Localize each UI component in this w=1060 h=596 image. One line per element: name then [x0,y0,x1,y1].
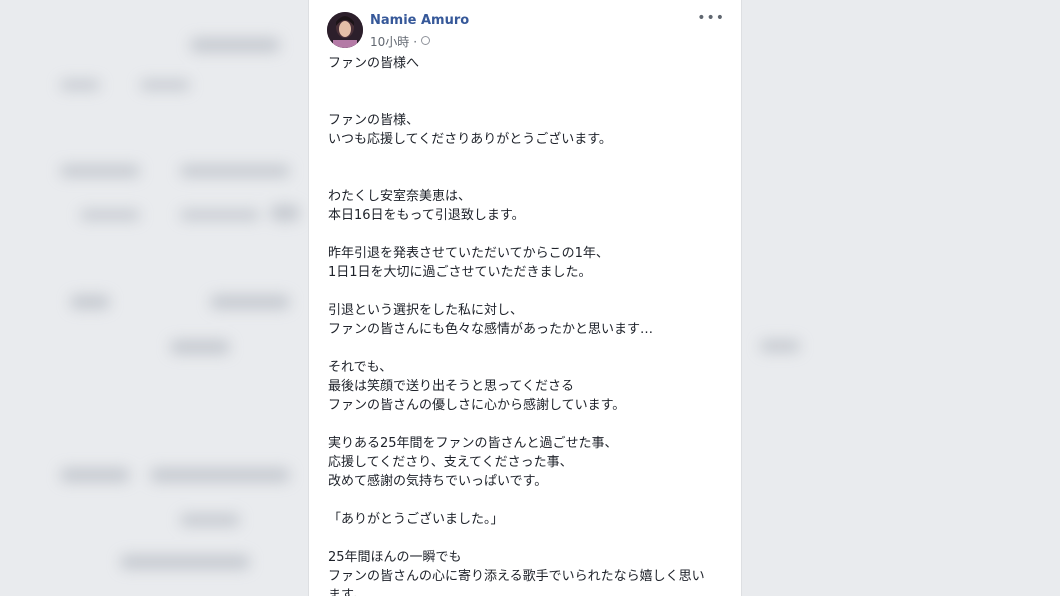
post-paragraph: 引退という選択をした私に対し、 ファンの皆さんにも色々な感情があったかと思います… [328,303,654,337]
more-options-icon[interactable]: ••• [697,11,725,25]
post-paragraph [328,73,725,111]
post-paragraph: それでも、 最後は笑顔で送り出そうと思ってくださる ファンの皆さんの優しさに心か… [328,360,626,413]
facebook-post: Namie Amuro 10小時 · ••• ファンの皆様へ ファンの皆様、 い… [308,0,742,596]
post-paragraph: ファンの皆様、 いつも応援してくださりありがとうございます。 [328,113,612,147]
globe-icon[interactable] [421,36,431,45]
author-name-link[interactable]: Namie Amuro [370,13,469,28]
post-meta: 10小時 · [370,33,431,50]
post-body: ファンの皆様へ ファンの皆様、 いつも応援してくださりありがとうございます。 わ… [328,50,725,596]
post-paragraph: 昨年引退を発表させていただいてからこの1年、 1日1日を大切に過ごさせていただき… [328,246,609,280]
post-paragraph: わたくし安室奈美恵は、 本日16日をもって引退致します。 [328,189,525,223]
profile-photo-avatar[interactable] [327,12,363,48]
post-paragraph: 「ありがとうございました。」 [328,512,504,527]
post-paragraph [328,149,725,187]
post-paragraph: 25年間ほんの一瞬でも ファンの皆さんの心に寄り添える歌手でいられたなら嬉しく思… [328,550,705,596]
post-header: Namie Amuro 10小時 · ••• [327,11,729,51]
avatar-image [327,12,363,48]
post-paragraph: ファンの皆様へ [328,56,420,71]
post-timestamp[interactable]: 10小時 [370,33,409,50]
meta-separator: · [413,34,418,49]
post-paragraph: 実りある25年間をファンの皆さんと過ごせた事、 応援してくださり、支えてくださっ… [328,436,618,489]
